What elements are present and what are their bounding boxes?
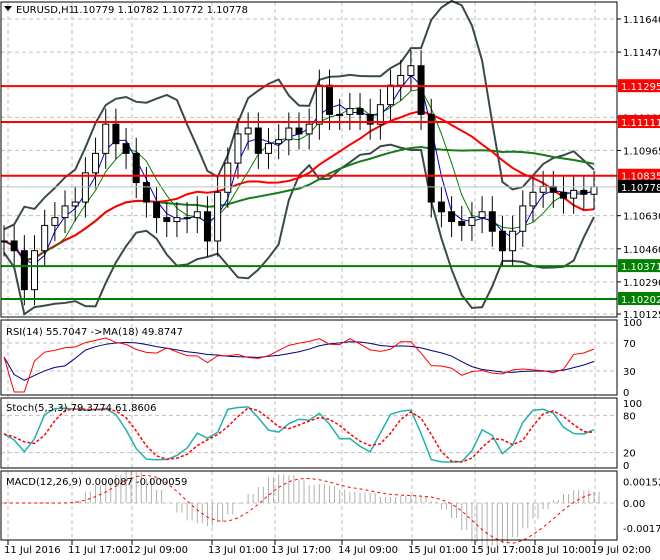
price-candle [305,123,313,135]
price-candle [458,221,466,226]
x-tick-label: 15 Jul 01:00 [408,545,468,556]
price-candle [102,123,110,154]
price-candle [275,139,283,145]
x-tick-label: 11 Jul 2016 [4,545,61,556]
price-candle [0,240,8,243]
x-tick-label: 13 Jul 17:00 [271,545,331,556]
price-candle [264,143,272,154]
price-candle [519,205,527,232]
price-tick-label: 1.10965 [623,146,660,157]
x-tick-label: 13 Jul 01:00 [208,545,268,556]
price-candle [285,127,293,141]
price-candle [31,250,39,291]
macd-tick-label: 0.001529 [623,478,660,489]
rsi-tick-label: 100 [623,318,642,329]
x-tick-label: 12 Jul 09:00 [128,545,188,556]
price-candle [570,189,578,199]
price-candle [478,211,486,219]
price-candle [580,189,588,195]
price-tick-label: 1.10290 [623,278,660,289]
price-candle [488,211,496,232]
collapse-triangle-icon[interactable] [4,6,12,11]
price-candle [254,127,262,154]
stoch-tick-label: 100 [623,399,642,410]
price-candle [448,211,456,223]
stoch-tick-label: 20 [623,449,636,460]
level-label: 1.10202 [621,295,660,306]
price-candle [590,186,598,195]
price-candle [315,84,323,125]
price-tick-label: 1.11640 [623,15,660,26]
x-tick-label: 11 Jul 17:00 [68,545,128,556]
price-candle [132,152,140,184]
rsi-label: RSI(14) 55.7047 ->MA(18) 49.8747 [6,327,183,338]
price-candle [173,217,181,223]
price-candle [356,108,364,115]
price-candle [193,211,201,219]
price-candle [41,224,49,252]
rsi-ma-line [3,341,595,381]
price-candle [559,191,567,199]
level-label: 1.11295 [621,82,660,93]
price-candle [112,123,120,145]
price-candle [468,217,476,226]
rsi-tick-label: 70 [623,339,636,350]
price-candle [81,172,89,203]
price-candle [61,205,69,219]
current-price-label: 1.10778 [621,183,660,194]
price-candle [407,65,415,76]
price-candle [346,108,354,115]
chart-header-ohlc: 1.10779 1.10782 1.10772 1.10778 [73,5,248,16]
price-candle [417,65,425,115]
price-candle [427,113,435,203]
rsi-tick-label: 30 [623,367,636,378]
price-candle [509,230,517,252]
price-candle [529,191,537,207]
price-tick-label: 1.10460 [623,245,660,256]
price-candle [92,152,100,174]
price-candle [20,250,28,291]
price-candle [10,240,18,252]
rsi-line [3,337,595,393]
x-tick-label: 14 Jul 09:00 [338,545,398,556]
level-label: 1.10371 [621,262,660,273]
level-label: 1.11111 [621,118,660,129]
stoch-signal-line [3,407,595,463]
stoch-tick-label: 80 [623,411,636,422]
stoch-tick-label: 0 [623,461,629,472]
chart-header-title: EURUSD,H1 [16,5,75,16]
price-tick-label: 1.10630 [623,212,660,223]
price-tick-label: 1.11470 [623,48,660,59]
price-candle [163,217,171,223]
price-candle [122,143,130,154]
x-tick-label: 18 Jul 10:00 [531,545,591,556]
price-candle [71,201,79,207]
price-candle [224,162,232,193]
price-candle [387,84,395,106]
price-candle [336,113,344,116]
stoch-label: Stoch(5,3,3) 79.3774 61.8606 [6,403,157,414]
price-candle [326,84,334,115]
price-candle [51,217,59,226]
price-candle [153,201,161,219]
rsi-tick-label: 0 [623,388,629,399]
price-candle [437,201,445,213]
macd-label: MACD(12,26,9) 0.000087 -0.000059 [6,477,187,488]
chart-window: 11 Jul 2016 11 Jul 17:00 12 Jul 09:00 13 Ju… [0,0,660,560]
price-candle [214,191,222,242]
price-candle [295,127,303,135]
macd-tick-label: 0.00 [623,499,645,510]
x-tick-label: 15 Jul 17:00 [471,545,531,556]
x-tick-label: 19 Jul 02:00 [591,545,651,556]
chart-canvas[interactable]: 11 Jul 2016 11 Jul 17:00 12 Jul 09:00 13 Ju… [0,0,660,560]
price-candle [183,217,191,220]
price-candle [142,182,150,203]
price-candle [244,127,252,135]
price-candle [397,74,405,86]
price-candle [498,230,506,252]
price-candle [234,133,242,164]
price-candle [203,211,211,242]
macd-tick-label: -0.001776 [623,524,660,535]
